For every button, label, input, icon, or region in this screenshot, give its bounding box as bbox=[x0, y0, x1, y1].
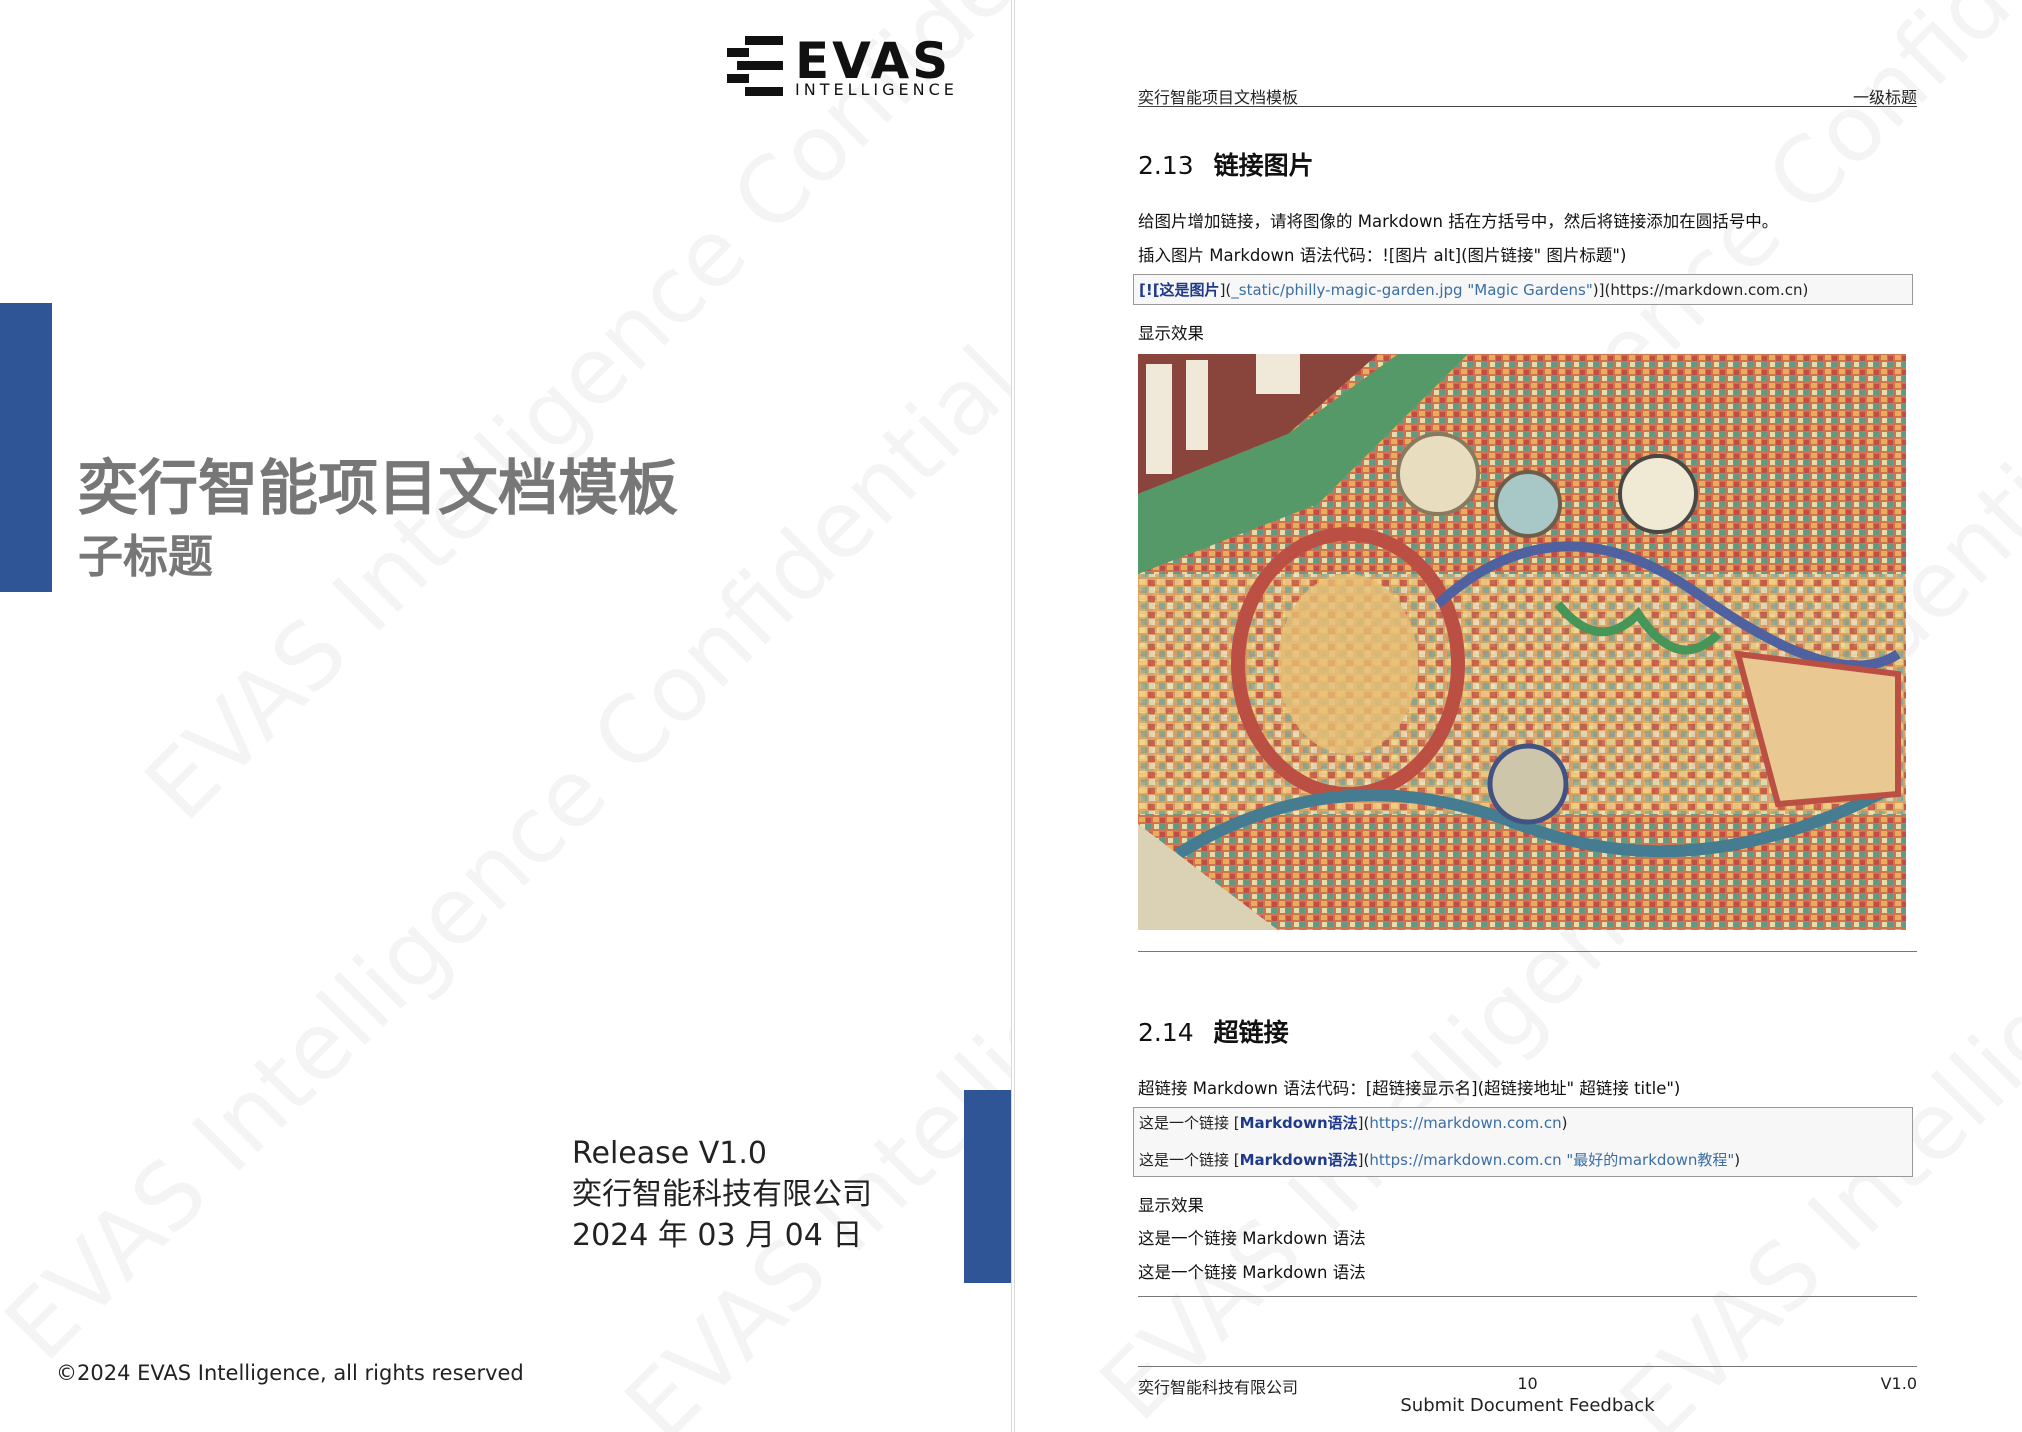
content-page: EVAS Intelligence Confidential EVAS Inte… bbox=[1014, 0, 2022, 1432]
code-link-text: https://markdown.com.cn bbox=[1369, 1114, 1562, 1132]
watermark-cover-2: EVAS Intelligence Confidential bbox=[125, 0, 1011, 841]
submit-feedback-link[interactable]: Submit Document Feedback bbox=[1138, 1395, 1917, 1416]
evas-logo: EVAS INTELLIGENCE bbox=[727, 32, 973, 100]
code-line: [![这是图片](_static/philly-magic-garden.jpg… bbox=[1139, 281, 1809, 299]
page-header: 奕行智能项目文档模板 一级标题 bbox=[1138, 84, 1917, 107]
header-doc-title: 奕行智能项目文档模板 bbox=[1138, 88, 1299, 107]
release-version: Release V1.0 bbox=[572, 1136, 767, 1171]
copyright-notice: ©2024 EVAS Intelligence, all rights rese… bbox=[56, 1361, 524, 1385]
header-chapter: 一级标题 bbox=[1852, 88, 1917, 107]
section-heading-2-13: 2.13 链接图片 bbox=[1138, 146, 1314, 182]
footer-version: V1.0 bbox=[1880, 1374, 1917, 1393]
mosaic-mural-photo[interactable] bbox=[1138, 354, 1906, 930]
code-block-hyperlink: 这是一个链接 [Markdown语法](https://markdown.com… bbox=[1133, 1107, 1913, 1177]
section-heading-2-14: 2.14 超链接 bbox=[1138, 1013, 1289, 1049]
code-link-text: https://markdown.com.cn "最好的markdown教程" bbox=[1369, 1151, 1735, 1169]
accent-bar-right bbox=[964, 1090, 1011, 1283]
section-number: 2.14 bbox=[1138, 1018, 1194, 1047]
cover-page: EVAS Intelligence Confidential EVAS Inte… bbox=[0, 0, 1012, 1432]
divider bbox=[1138, 1296, 1917, 1297]
section-title: 超链接 bbox=[1213, 1018, 1289, 1047]
company-name: 奕行智能科技有限公司 bbox=[572, 1177, 872, 1212]
hyperlink-result[interactable]: 这是一个链接 Markdown 语法 bbox=[1138, 1225, 1366, 1249]
display-effect-label: 显示效果 bbox=[1138, 1196, 1204, 1215]
evas-logo-subtitle: INTELLIGENCE bbox=[795, 80, 958, 99]
accent-bar-left bbox=[0, 303, 52, 592]
release-block: Release V1.0 奕行智能科技有限公司 2024 年 03 月 04 日 bbox=[572, 1133, 872, 1256]
hyperlink-result[interactable]: 这是一个链接 Markdown 语法 bbox=[1138, 1259, 1366, 1283]
cover-subtitle: 子标题 bbox=[78, 530, 214, 583]
section-number: 2.13 bbox=[1138, 151, 1194, 180]
evas-logo-mark-icon bbox=[727, 36, 783, 96]
divider bbox=[1138, 951, 1917, 952]
watermark-cover-3: EVAS Intelligence Confidential bbox=[605, 406, 1011, 1432]
code-link-text: _static/philly-magic-garden.jpg "Magic G… bbox=[1231, 281, 1593, 299]
page-footer: 奕行智能科技有限公司 10 Submit Document Feedback V… bbox=[1138, 1366, 1917, 1416]
footer-page-number: 10 bbox=[1517, 1374, 1538, 1393]
release-date: 2024 年 03 月 04 日 bbox=[572, 1218, 863, 1253]
paragraph: 插入图片 Markdown 语法代码：![图片 alt](图片链接" 图片标题"… bbox=[1138, 246, 1627, 265]
section-title: 链接图片 bbox=[1213, 151, 1314, 180]
paragraph: 给图片增加链接，请将图像的 Markdown 括在方括号中，然后将链接添加在圆括… bbox=[1138, 212, 1779, 231]
code-line: 这是一个链接 [Markdown语法](https://markdown.com… bbox=[1139, 1151, 1741, 1169]
code-block-image-link: [![这是图片](_static/philly-magic-garden.jpg… bbox=[1133, 274, 1913, 305]
mosaic-mural-image[interactable] bbox=[1138, 354, 1906, 930]
display-effect-label: 显示效果 bbox=[1138, 324, 1204, 343]
code-line: 这是一个链接 [Markdown语法](https://markdown.com… bbox=[1139, 1114, 1568, 1132]
cover-title: 奕行智能项目文档模板 bbox=[78, 454, 678, 524]
paragraph: 超链接 Markdown 语法代码：[超链接显示名](超链接地址" 超链接 ti… bbox=[1138, 1079, 1681, 1098]
